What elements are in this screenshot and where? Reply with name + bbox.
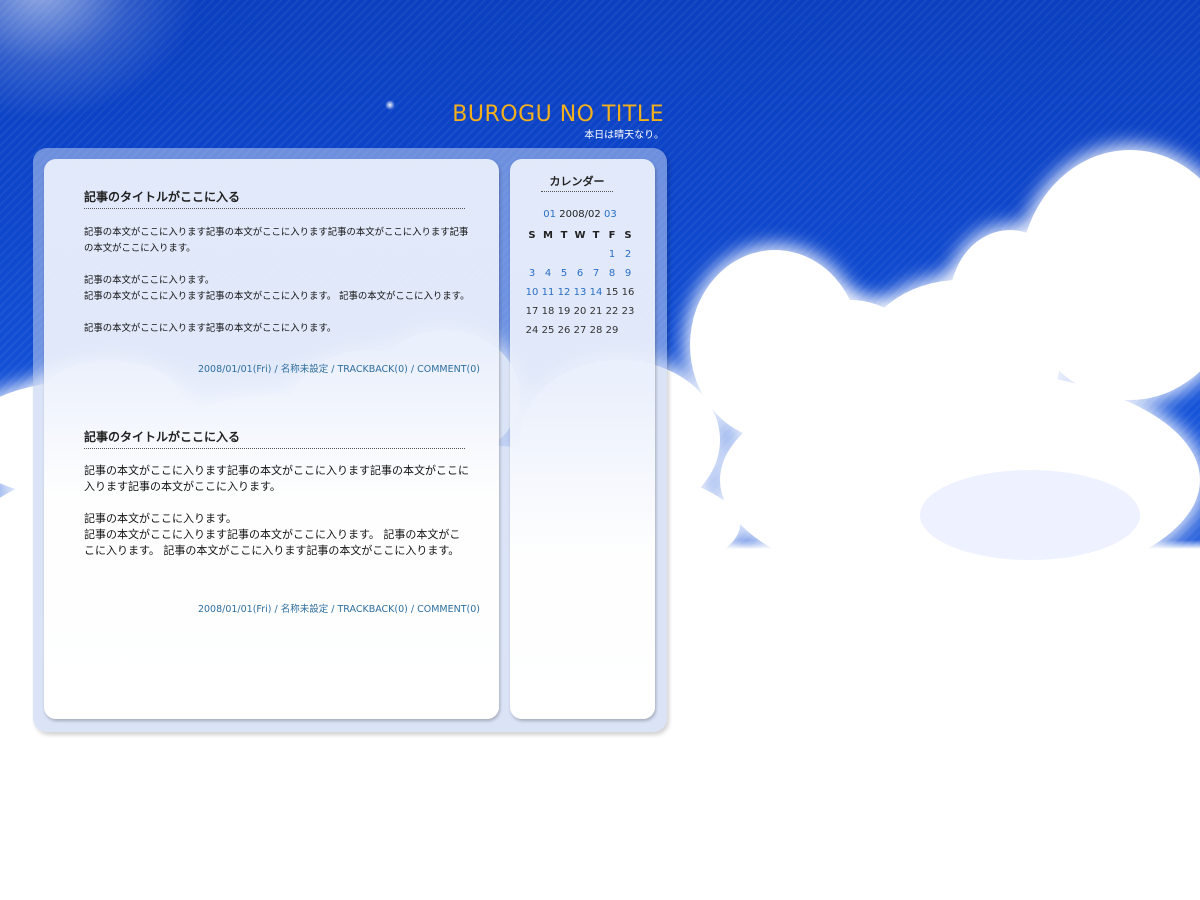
calendar-day: 23 <box>621 306 635 317</box>
article-body: 記事の本文がここに入ります記事の本文がここに入ります記事の本文がここに入ります記… <box>84 225 470 337</box>
calendar-empty-cell <box>540 248 556 267</box>
calendar-day: 24 <box>525 325 539 336</box>
article-paragraph: 記事の本文がここに入ります。 記事の本文がここに入ります記事の本文がここに入りま… <box>84 512 461 557</box>
article-paragraph: 記事の本文がここに入ります。 記事の本文がここに入ります記事の本文がここに入りま… <box>84 275 470 302</box>
calendar-empty-cell <box>556 248 572 267</box>
calendar-day: 16 <box>621 287 635 298</box>
calendar-weekday-header: S <box>624 230 632 241</box>
calendar-empty-cell <box>620 324 636 343</box>
article-author-link[interactable]: 名称未設定 <box>281 604 329 615</box>
calendar-day-link[interactable]: 13 <box>572 286 588 305</box>
calendar-grid: S M T W T F S 1 2 3 4 5 6 7 8 9 10 11 12 13 14 15 16 17 18 19 20 21… <box>524 229 636 343</box>
calendar-day: 25 <box>541 325 555 336</box>
meta-separator: / <box>407 604 418 615</box>
article-title[interactable]: 記事のタイトルがここに入る <box>84 189 465 209</box>
cloud <box>950 230 1070 370</box>
comment-link[interactable]: COMMENT(0) <box>417 604 480 615</box>
calendar-day-link[interactable]: 9 <box>620 267 636 286</box>
calendar-day-link[interactable]: 1 <box>604 248 620 267</box>
calendar-day-link[interactable]: 7 <box>588 267 604 286</box>
article-author-link[interactable]: 名称未設定 <box>281 364 329 375</box>
calendar-day-link[interactable]: 2 <box>620 248 636 267</box>
meta-separator: / <box>271 604 281 615</box>
article: 記事のタイトルがここに入る 記事の本文がここに入ります記事の本文がここに入ります… <box>84 429 480 575</box>
calendar-day-link[interactable]: 11 <box>540 286 556 305</box>
calendar-day: 21 <box>589 306 603 317</box>
calendar-weekday-header: T <box>560 230 568 241</box>
article: 記事のタイトルがここに入る 記事の本文がここに入ります記事の本文がここに入ります… <box>84 189 480 353</box>
calendar-empty-cell <box>524 248 540 267</box>
calendar-day-link[interactable]: 6 <box>572 267 588 286</box>
calendar-current-month: 2008/02 <box>559 209 601 220</box>
calendar-day-link[interactable]: 14 <box>588 286 604 305</box>
article-paragraph: 記事の本文がここに入ります記事の本文がここに入ります。 <box>84 323 337 334</box>
calendar-empty-cell <box>588 248 604 267</box>
article-date-link[interactable]: 2008/01/01(Fri) <box>198 364 272 375</box>
article-title[interactable]: 記事のタイトルがここに入る <box>84 429 465 449</box>
sparkle-icon <box>385 100 395 110</box>
blog-subtitle: 本日は晴天なり。 <box>584 130 664 141</box>
calendar-next-month-link[interactable]: 03 <box>604 209 617 220</box>
calendar-day: 28 <box>589 325 603 336</box>
calendar-day: 29 <box>605 325 619 336</box>
calendar-weekday-header: S <box>528 230 536 241</box>
calendar-day-link[interactable]: 5 <box>556 267 572 286</box>
blog-title[interactable]: BUROGU NO TITLE <box>420 99 664 131</box>
meta-separator: / <box>407 364 418 375</box>
calendar-weekday-header: M <box>543 230 553 241</box>
article-paragraph: 記事の本文がここに入ります記事の本文がここに入ります記事の本文がここに入ります記… <box>84 227 469 254</box>
calendar-empty-cell <box>572 248 588 267</box>
trackback-link[interactable]: TRACKBACK(0) <box>337 604 407 615</box>
calendar-day-link[interactable]: 8 <box>604 267 620 286</box>
calendar-prev-month-link[interactable]: 01 <box>543 209 556 220</box>
calendar-day: 20 <box>573 306 587 317</box>
calendar-day: 18 <box>541 306 555 317</box>
article-paragraph: 記事の本文がここに入ります記事の本文がここに入ります記事の本文がここに入ります記… <box>84 464 469 493</box>
calendar-day: 22 <box>605 306 619 317</box>
article-date-link[interactable]: 2008/01/01(Fri) <box>198 604 272 615</box>
calendar-weekday-header: F <box>608 230 616 241</box>
calendar-day: 27 <box>573 325 587 336</box>
trackback-link[interactable]: TRACKBACK(0) <box>337 364 407 375</box>
calendar-day: 15 <box>605 287 619 298</box>
calendar-day-link[interactable]: 3 <box>524 267 540 286</box>
calendar-day: 19 <box>557 306 571 317</box>
article-meta: 2008/01/01(Fri) / 名称未設定 / TRACKBACK(0) /… <box>84 363 480 377</box>
calendar-nav: 01 2008/02 03 <box>524 208 636 222</box>
calendar-day-link[interactable]: 4 <box>540 267 556 286</box>
meta-separator: / <box>271 364 281 375</box>
article-body: 記事の本文がここに入ります記事の本文がここに入ります記事の本文がここに入ります記… <box>84 463 470 559</box>
calendar-day: 26 <box>557 325 571 336</box>
calendar-heading: カレンダー <box>541 174 613 192</box>
calendar-day-link[interactable]: 12 <box>556 286 572 305</box>
article-meta: 2008/01/01(Fri) / 名称未設定 / TRACKBACK(0) /… <box>84 603 480 617</box>
calendar-day-link[interactable]: 10 <box>524 286 540 305</box>
sun-glow <box>0 0 200 120</box>
cloud <box>920 470 1140 560</box>
comment-link[interactable]: COMMENT(0) <box>417 364 480 375</box>
calendar-weekday-header: W <box>574 230 586 241</box>
calendar-weekday-header: T <box>592 230 600 241</box>
calendar-day: 17 <box>525 306 539 317</box>
